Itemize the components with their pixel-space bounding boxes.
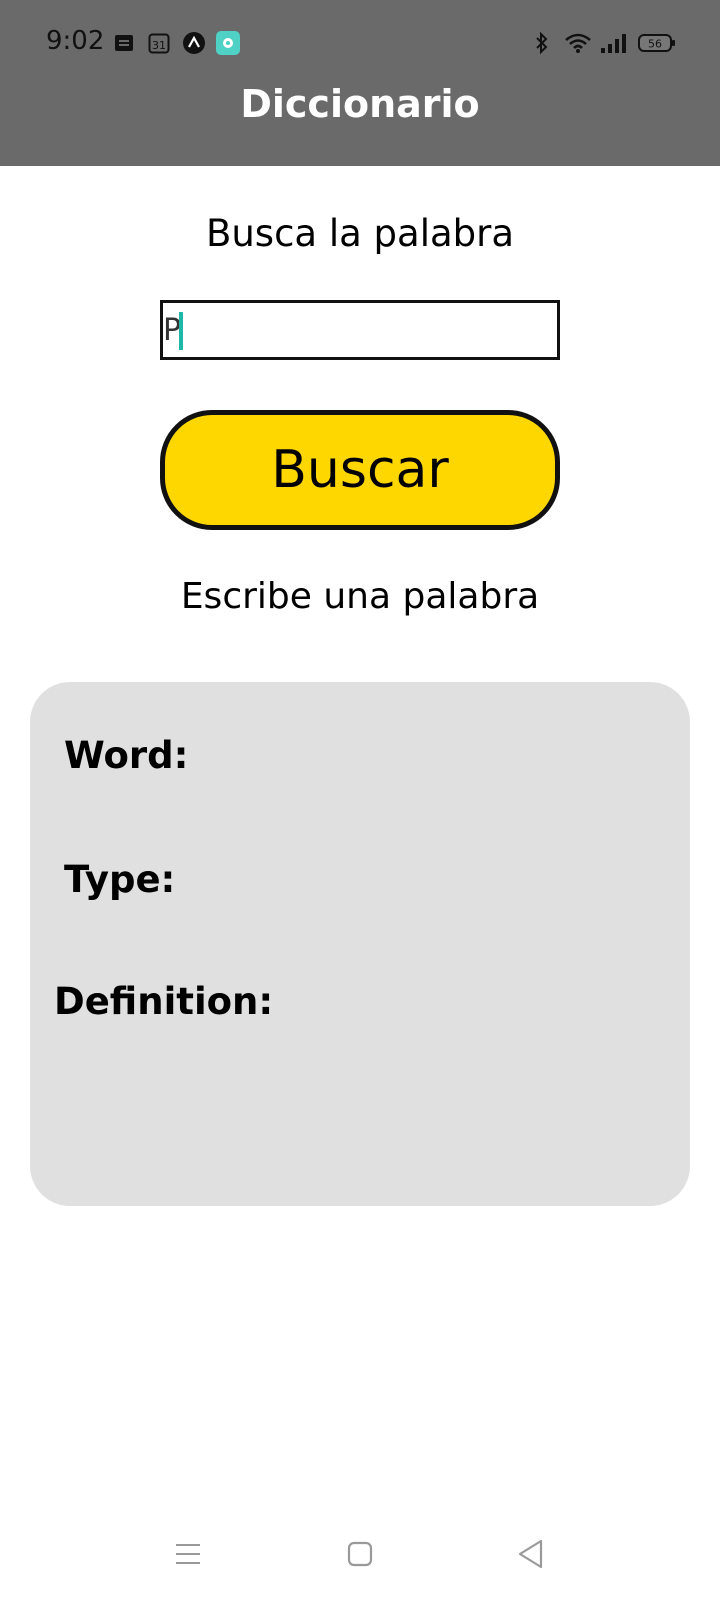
word-input[interactable]: P [160, 300, 560, 360]
search-prompt: Busca la palabra [205, 212, 515, 255]
navigation-bar [0, 1520, 720, 1600]
status-message: Escribe una palabra [180, 576, 540, 617]
home-icon[interactable] [346, 1540, 374, 1568]
notes-icon [115, 35, 133, 51]
bluetooth-icon [536, 31, 548, 55]
type-label: Type: [64, 858, 176, 901]
app-title: Diccionario [240, 82, 480, 126]
app-bar: 9:02 31 56 Diccionario [0, 0, 720, 166]
search-button[interactable]: Buscar [160, 410, 560, 530]
wifi-icon [565, 33, 591, 53]
battery-icon: 56 [638, 34, 675, 52]
signal-icon [601, 34, 626, 53]
arrow-app-icon [183, 32, 205, 54]
word-label: Word: [64, 734, 189, 777]
svg-text:31: 31 [152, 39, 166, 52]
back-icon[interactable] [516, 1538, 546, 1570]
svg-text:56: 56 [648, 38, 662, 51]
menu-icon[interactable] [174, 1540, 202, 1568]
result-card: Word: Type: Definition: [30, 682, 690, 1206]
status-time: 9:02 [46, 26, 105, 56]
text-caret [179, 312, 183, 350]
chat-app-icon [216, 31, 240, 55]
definition-label: Definition: [54, 980, 274, 1023]
calendar-icon: 31 [148, 33, 170, 54]
